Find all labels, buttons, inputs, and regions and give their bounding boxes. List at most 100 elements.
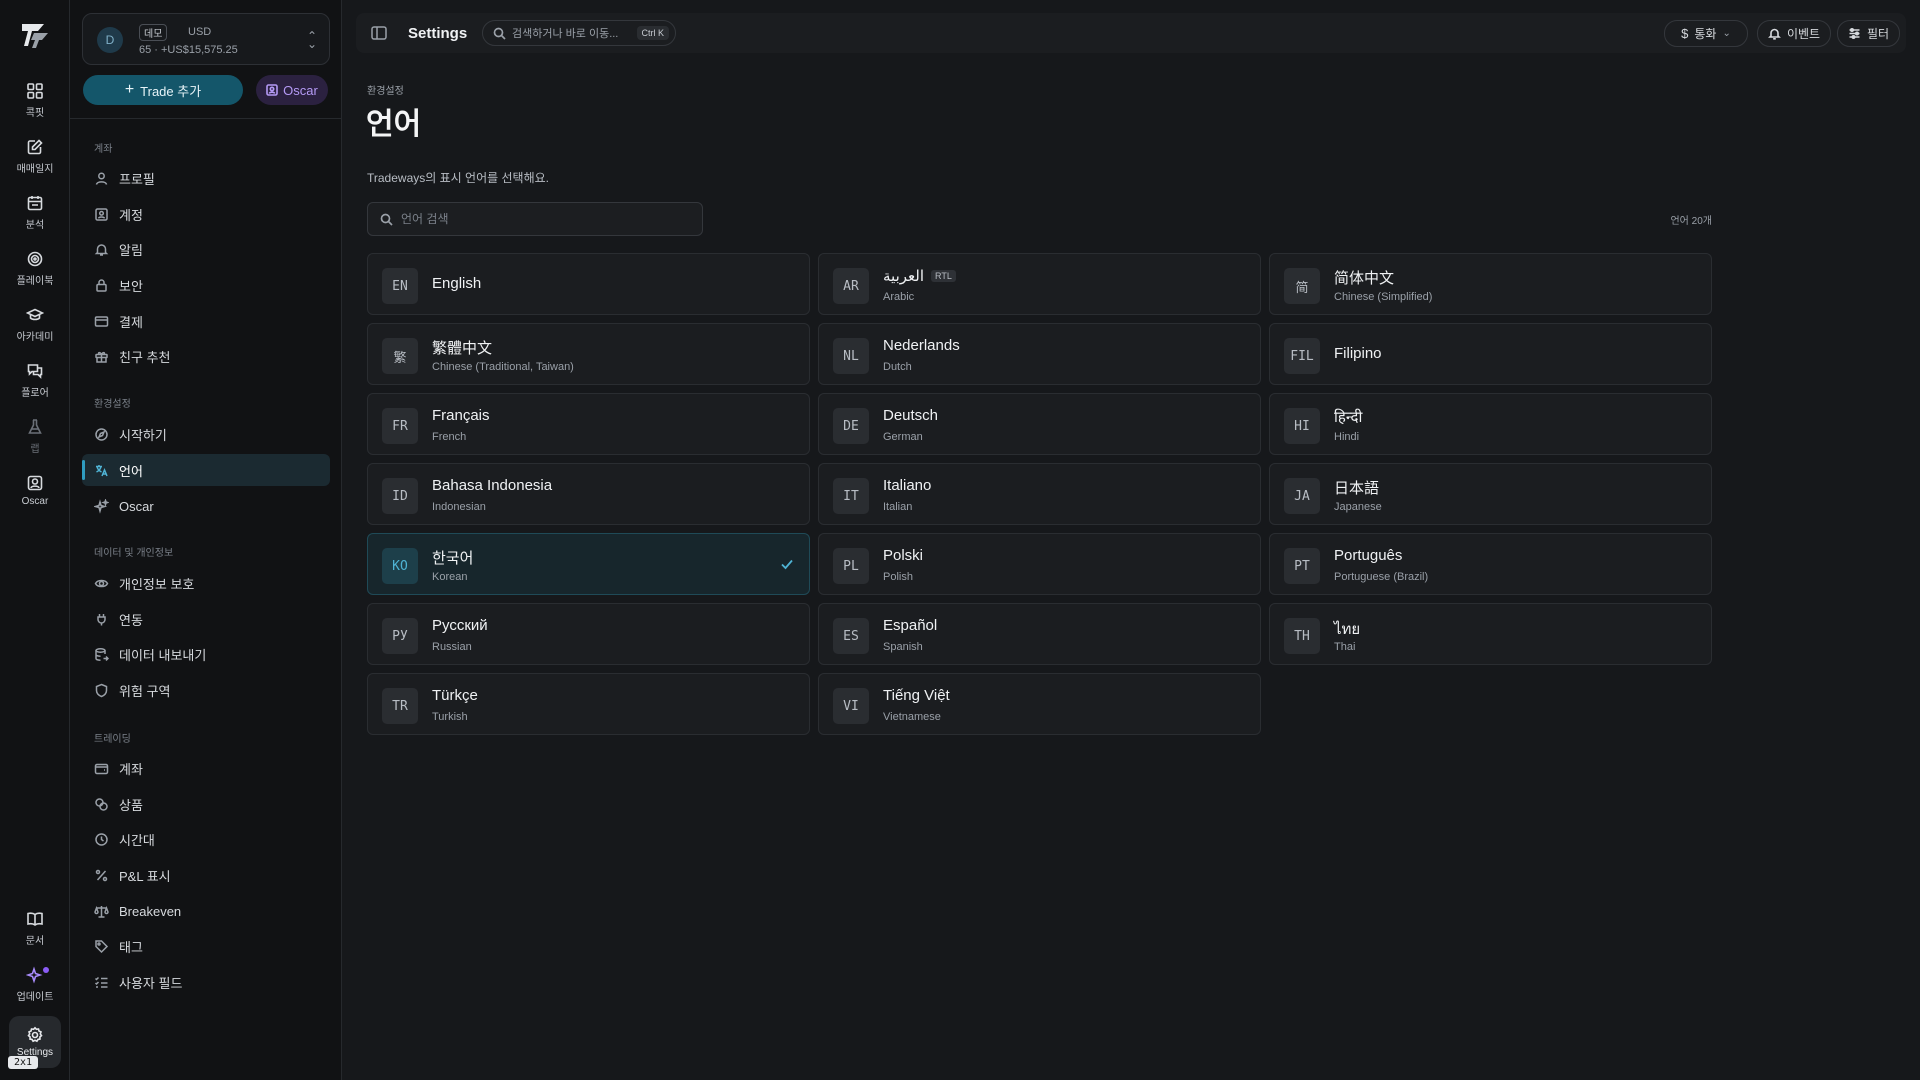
- clock-icon: [95, 832, 108, 846]
- language-option[interactable]: FR Français French: [367, 393, 810, 455]
- add-trade-label: Trade 추가: [140, 83, 202, 99]
- language-native-text: Bahasa Indonesia: [432, 477, 553, 494]
- nav-privacy[interactable]: 개인정보 보호: [82, 567, 330, 599]
- filter-button[interactable]: 필터: [1837, 20, 1900, 47]
- nav-label: 프로필: [119, 171, 155, 187]
- rail-item-playbook[interactable]: 플레이북: [0, 250, 70, 287]
- app-logo-icon[interactable]: [18, 18, 52, 52]
- global-search-button[interactable]: 검색하거나 바로 이동... Ctrl K: [482, 20, 676, 46]
- rail-item-lab[interactable]: 랩: [0, 418, 70, 455]
- nav-data-export[interactable]: 데이터 내보내기: [82, 638, 330, 670]
- wallet-icon: [94, 763, 109, 774]
- nav-getting-started[interactable]: 시작하기: [82, 418, 330, 450]
- account-avatar: D: [97, 27, 123, 53]
- language-option[interactable]: EN English: [367, 253, 810, 315]
- language-native-text: Русский: [432, 617, 488, 634]
- language-native-text: 한국어: [432, 550, 474, 567]
- sidebar-toggle-button[interactable]: [370, 24, 388, 42]
- rail-item-academy[interactable]: 아카데미: [0, 306, 70, 343]
- currency-button[interactable]: $ 통화 ⌄: [1664, 20, 1748, 47]
- rail-item-analysis[interactable]: 분석: [0, 194, 70, 231]
- events-button[interactable]: 이벤트: [1757, 20, 1831, 47]
- portrait-icon: [266, 84, 278, 96]
- language-option[interactable]: 简简体中文 Chinese (Simplified): [1269, 253, 1712, 315]
- oscar-button[interactable]: Oscar: [256, 75, 328, 105]
- chevron-up-down-icon: ⌃ ⌄: [306, 29, 317, 51]
- nav-timezone[interactable]: 시간대: [82, 823, 330, 855]
- language-native-text: ไทย: [1334, 621, 1361, 638]
- language-option[interactable]: IT Italiano Italian: [818, 463, 1261, 525]
- section-title-trading: 트레이딩: [94, 734, 131, 745]
- nav-notifications[interactable]: 알림: [82, 233, 330, 265]
- language-option[interactable]: HI हिन्दी Hindi: [1269, 393, 1712, 455]
- user-icon: [95, 172, 108, 185]
- add-trade-button[interactable]: + Trade 추가: [83, 75, 243, 105]
- sidebar-panel-icon: [371, 26, 387, 40]
- language-english-name: Spanish: [883, 641, 923, 653]
- nav-danger-zone[interactable]: 위험 구역: [82, 674, 330, 706]
- account-switcher[interactable]: D 데모 USD 65 · +US$15,575.25 ⌃ ⌄: [82, 13, 330, 65]
- nav-label: 시작하기: [119, 427, 167, 443]
- nav-instruments[interactable]: 상품: [82, 788, 330, 820]
- breadcrumb: 환경설정: [367, 86, 404, 97]
- language-english-name: Italian: [883, 501, 913, 513]
- language-option[interactable]: NL Nederlands Dutch: [818, 323, 1261, 385]
- nav-profile[interactable]: 프로필: [82, 162, 330, 194]
- nav-breakeven[interactable]: Breakeven: [82, 895, 330, 927]
- sparkles-icon: [94, 498, 109, 514]
- language-option[interactable]: PL Polski Polish: [818, 533, 1261, 595]
- language-search-field[interactable]: [367, 202, 703, 236]
- nav-security[interactable]: 보안: [82, 269, 330, 301]
- language-code-badge: TH: [1284, 618, 1320, 654]
- rail-label: 콕핏: [25, 108, 45, 119]
- nav-label: 계정: [119, 207, 143, 223]
- rail-item-floor[interactable]: 플로어: [0, 362, 70, 399]
- shortcut-hint: Ctrl K: [636, 26, 669, 40]
- rail-item-updates[interactable]: 업데이트: [0, 966, 70, 1003]
- language-native-name: Español: [883, 617, 937, 634]
- language-native-text: 简体中文: [1334, 270, 1395, 287]
- language-native-text: 繁體中文: [432, 340, 493, 357]
- language-option[interactable]: РУ Русский Russian: [367, 603, 810, 665]
- language-english-name: Russian: [432, 641, 472, 653]
- nav-tags[interactable]: 태그: [82, 930, 330, 962]
- nav-custom-fields[interactable]: 사용자 필드: [82, 966, 330, 998]
- language-option[interactable]: KO 한국어 Korean: [367, 533, 810, 595]
- nav-label: Oscar: [119, 498, 154, 514]
- language-option[interactable]: AR العربية RTL Arabic: [818, 253, 1261, 315]
- language-option[interactable]: DE Deutsch German: [818, 393, 1261, 455]
- language-native-text: 日本語: [1334, 480, 1380, 497]
- rail-label: Oscar: [21, 496, 49, 507]
- database-export-icon: [95, 647, 109, 661]
- language-option[interactable]: TH ไทย Thai: [1269, 603, 1712, 665]
- nav-label: 위험 구역: [119, 683, 171, 699]
- nav-oscar[interactable]: Oscar: [82, 490, 330, 522]
- language-option[interactable]: VI Tiếng Việt Vietnamese: [818, 673, 1261, 735]
- nav-language[interactable]: 언어: [82, 454, 330, 486]
- nav-pnl-display[interactable]: P&L 표시: [82, 859, 330, 891]
- language-english-name: Polish: [883, 571, 913, 583]
- language-option[interactable]: PT Português Portuguese (Brazil): [1269, 533, 1712, 595]
- language-code-badge: 繁: [382, 338, 418, 374]
- nav-referral[interactable]: 친구 추천: [82, 340, 330, 372]
- rail-item-oscar[interactable]: Oscar: [0, 474, 70, 507]
- language-option[interactable]: JA 日本語 Japanese: [1269, 463, 1712, 525]
- calendar-icon: [27, 196, 43, 211]
- language-search-input[interactable]: [401, 212, 681, 226]
- language-english-name: Japanese: [1334, 501, 1382, 513]
- language-native-text: Deutsch: [883, 407, 939, 424]
- rail-item-journal[interactable]: 매매일지: [0, 138, 70, 175]
- language-option[interactable]: TR Türkçe Turkish: [367, 673, 810, 735]
- nav-trading-accounts[interactable]: 계좌: [82, 752, 330, 784]
- rail-item-cockpit[interactable]: 콕핏: [0, 82, 70, 119]
- language-native-name: Français: [432, 407, 490, 424]
- language-option[interactable]: ID Bahasa Indonesia Indonesian: [367, 463, 810, 525]
- nav-integrations[interactable]: 연동: [82, 603, 330, 635]
- nav-billing[interactable]: 결제: [82, 305, 330, 337]
- language-code-badge: FIL: [1284, 338, 1320, 374]
- nav-account[interactable]: 계정: [82, 198, 330, 230]
- language-option[interactable]: FIL Filipino: [1269, 323, 1712, 385]
- rail-item-docs[interactable]: 문서: [0, 910, 70, 947]
- language-option[interactable]: 繁繁體中文 Chinese (Traditional, Taiwan): [367, 323, 810, 385]
- language-option[interactable]: ES Español Spanish: [818, 603, 1261, 665]
